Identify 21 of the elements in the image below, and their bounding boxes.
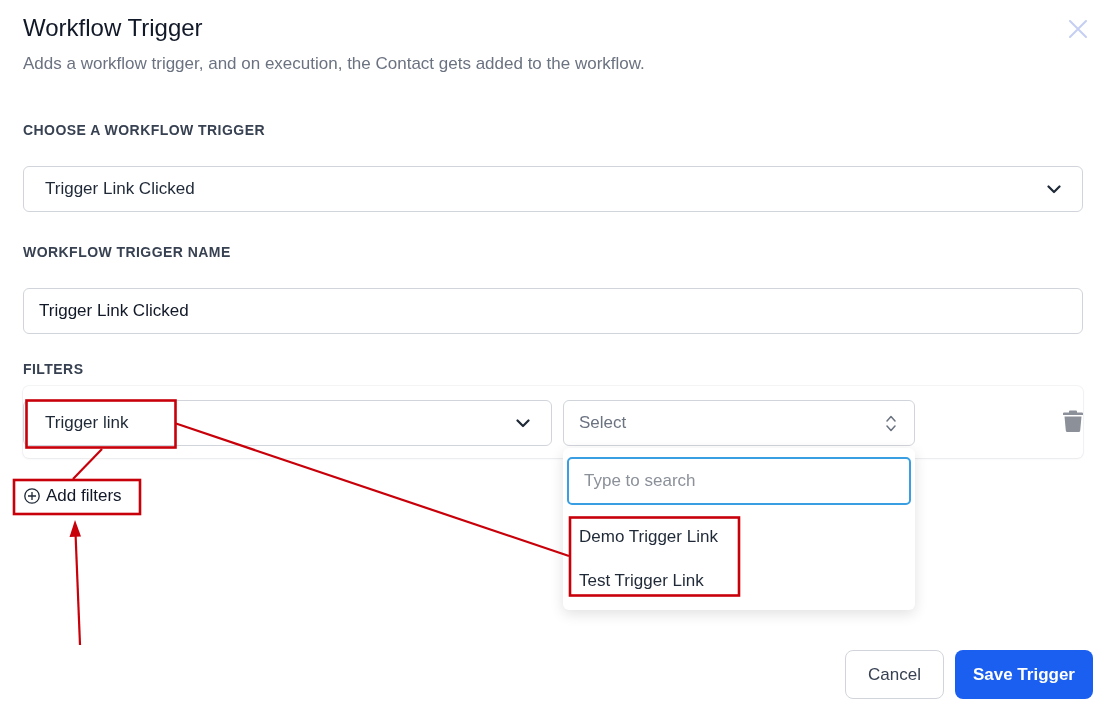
trash-icon[interactable] — [1063, 410, 1083, 432]
field-label: CHOOSE A WORKFLOW TRIGGER — [23, 121, 265, 139]
search-field[interactable]: Type to search — [567, 457, 911, 505]
up-down-chevron-icon — [886, 414, 896, 432]
field-label: FILTERS — [23, 360, 84, 378]
chevron-down-icon — [516, 418, 530, 428]
dialog-title: Workflow Trigger — [23, 14, 203, 42]
filter-field-select[interactable]: Trigger link — [23, 400, 552, 446]
add-filters-button[interactable]: Add filters — [24, 484, 122, 508]
chevron-down-icon — [1047, 184, 1061, 194]
annotation-line — [72, 448, 103, 480]
filter-value-select[interactable]: Select — [563, 400, 915, 446]
cancel-button[interactable]: Cancel — [845, 650, 944, 699]
dialog-subtitle: Adds a workflow trigger, and on execution, the Contact gets added to the workflow. — [23, 53, 645, 75]
field-label: WORKFLOW TRIGGER NAME — [23, 243, 231, 261]
name-input[interactable]: Trigger Link Clicked — [23, 288, 1083, 334]
dropdown-option[interactable]: Demo Trigger Link — [567, 515, 911, 559]
trigger-select[interactable]: Trigger Link Clicked — [23, 166, 1083, 212]
dropdown-option[interactable]: Test Trigger Link — [567, 559, 911, 603]
save-button[interactable]: Save Trigger — [954, 650, 1093, 699]
plus-circle-icon — [24, 488, 40, 504]
